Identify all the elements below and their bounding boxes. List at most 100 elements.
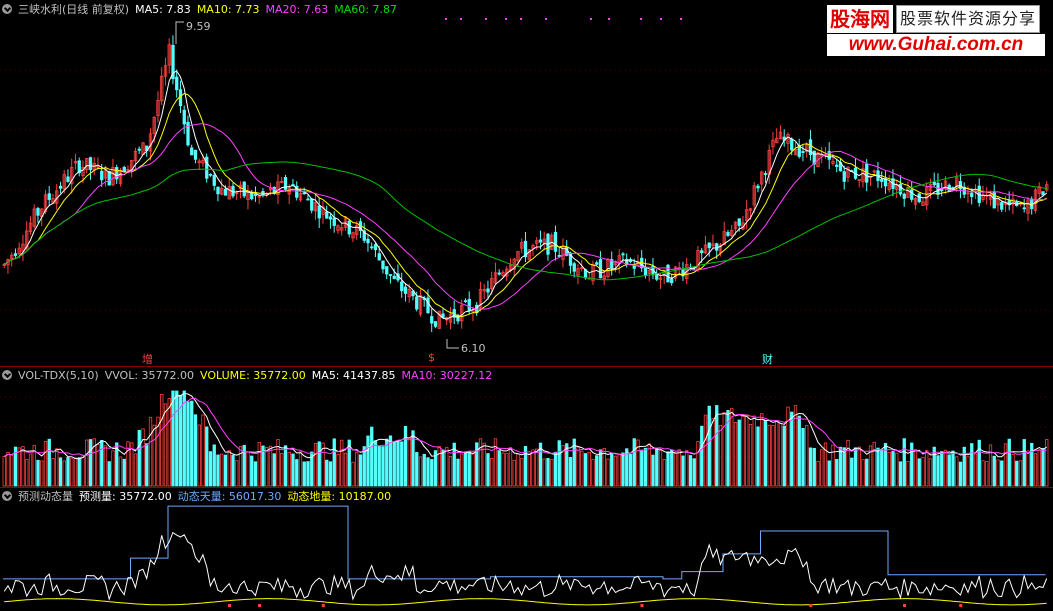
candle-body bbox=[328, 216, 333, 220]
candle-body bbox=[373, 244, 378, 251]
event-marker-zeng[interactable]: 增 bbox=[142, 351, 153, 367]
volume-bar bbox=[81, 455, 85, 487]
volume-bar bbox=[688, 455, 693, 487]
ma10-line bbox=[3, 93, 1047, 318]
volume-bar bbox=[306, 461, 310, 487]
signal-dot bbox=[640, 18, 642, 20]
volume-bar bbox=[111, 450, 115, 487]
volume-bar bbox=[801, 428, 805, 487]
volume-bar bbox=[122, 458, 126, 487]
candle-body bbox=[100, 170, 104, 181]
volume-bar bbox=[587, 451, 591, 487]
volume-bar bbox=[291, 453, 295, 487]
candle-body bbox=[332, 217, 336, 226]
candle-body bbox=[621, 253, 625, 256]
price-chart-pane[interactable]: 三峡水利(日线 前复权) MA5: 7.83 MA10: 7.73 MA20: 7.6… bbox=[0, 0, 1053, 366]
volume-bar bbox=[88, 439, 93, 487]
volume-bar bbox=[632, 438, 636, 487]
candle-body bbox=[790, 138, 794, 151]
candle-body bbox=[643, 266, 648, 276]
volume-bar bbox=[595, 455, 599, 487]
volume-bar bbox=[370, 426, 374, 487]
volume-bar bbox=[366, 435, 370, 487]
signal-dot bbox=[545, 18, 547, 20]
volume-bar bbox=[546, 457, 550, 487]
stock-title: 三峡水利(日线 前复权) bbox=[18, 3, 130, 16]
indicator-menu-icon[interactable] bbox=[2, 4, 12, 14]
volume-bar bbox=[493, 438, 498, 487]
volume-bar bbox=[235, 460, 239, 487]
candle-body bbox=[47, 193, 51, 200]
volume-bar bbox=[392, 441, 396, 487]
volume-bar bbox=[463, 451, 468, 487]
volume-bar bbox=[313, 443, 318, 487]
event-marker-dollar[interactable]: $ bbox=[428, 351, 435, 364]
volume-bar bbox=[246, 451, 250, 487]
volume-bar bbox=[223, 454, 228, 487]
volume-bar bbox=[197, 424, 201, 487]
volume-bar bbox=[2, 456, 6, 487]
volume-bar bbox=[268, 445, 273, 487]
candle-body bbox=[388, 274, 393, 277]
volume-bar bbox=[621, 452, 625, 487]
candle-body bbox=[13, 253, 18, 256]
volume-bar bbox=[6, 451, 10, 487]
volume-bar bbox=[700, 425, 704, 487]
indicator-pane[interactable]: 预测动态量 预测量: 35772.00 动态天量: 56017.30 动态地量: 10… bbox=[0, 488, 1053, 611]
volume-bar bbox=[730, 407, 734, 487]
volume-bar bbox=[396, 441, 400, 487]
volume-bar bbox=[1015, 460, 1019, 487]
volume-bar bbox=[973, 453, 978, 487]
volume-bar bbox=[302, 461, 306, 487]
volume-bar bbox=[430, 459, 434, 487]
volume-bar bbox=[677, 449, 681, 487]
volume-bar bbox=[445, 447, 449, 487]
indicator-title: 预测动态量 bbox=[18, 490, 73, 503]
volume-bar bbox=[28, 453, 33, 487]
volume-bar bbox=[820, 449, 824, 487]
volume-menu-icon[interactable] bbox=[2, 370, 12, 380]
candle-body bbox=[325, 211, 329, 219]
volume-bar bbox=[861, 459, 865, 487]
volume-bar bbox=[906, 461, 910, 487]
volume-bar bbox=[760, 413, 764, 487]
volume-bar bbox=[940, 451, 944, 487]
candle-body bbox=[707, 242, 711, 249]
volume-bar bbox=[1018, 460, 1023, 487]
volume-pane[interactable]: VOL-TDX(5,10) VVOL: 35772.00 VOLUME: 35772… bbox=[0, 367, 1053, 487]
volume-bar bbox=[531, 449, 535, 487]
volume-bar bbox=[40, 460, 44, 487]
candle-body bbox=[497, 272, 501, 275]
candle-body bbox=[940, 189, 944, 192]
ma20-label: MA20: 7.63 bbox=[265, 3, 329, 16]
candle-body bbox=[310, 198, 314, 211]
candle-body bbox=[898, 183, 903, 195]
volume-bar bbox=[467, 451, 471, 487]
candle-body bbox=[467, 299, 471, 312]
volume-bar bbox=[520, 458, 524, 487]
volume-bar bbox=[651, 454, 655, 487]
volume-bar bbox=[253, 461, 258, 487]
indicator-pane-menu-icon[interactable] bbox=[2, 491, 12, 501]
candle-body bbox=[628, 259, 633, 262]
volume-bar bbox=[966, 456, 970, 487]
volume-bar bbox=[842, 447, 846, 487]
volume-bar bbox=[182, 390, 186, 487]
volume-bar bbox=[613, 455, 618, 487]
volume-bar bbox=[733, 422, 738, 487]
volume-bar bbox=[66, 457, 70, 487]
logo-url: www.Guhai.com.cn bbox=[827, 34, 1045, 56]
low-price-pointer bbox=[446, 339, 459, 349]
volume-bar bbox=[1022, 439, 1026, 487]
volume-bar bbox=[340, 439, 344, 487]
candle-body bbox=[1041, 191, 1045, 196]
volume-bar bbox=[77, 457, 81, 487]
volume-bar bbox=[985, 461, 989, 487]
candle-body bbox=[842, 171, 846, 182]
event-marker-cai[interactable]: 财 bbox=[762, 351, 773, 367]
candle-body bbox=[283, 177, 288, 190]
candle-body bbox=[463, 300, 468, 303]
vol-ma5-label: MA5: 41437.85 bbox=[311, 369, 396, 382]
candle-body bbox=[715, 243, 719, 251]
candle-body bbox=[835, 164, 839, 167]
